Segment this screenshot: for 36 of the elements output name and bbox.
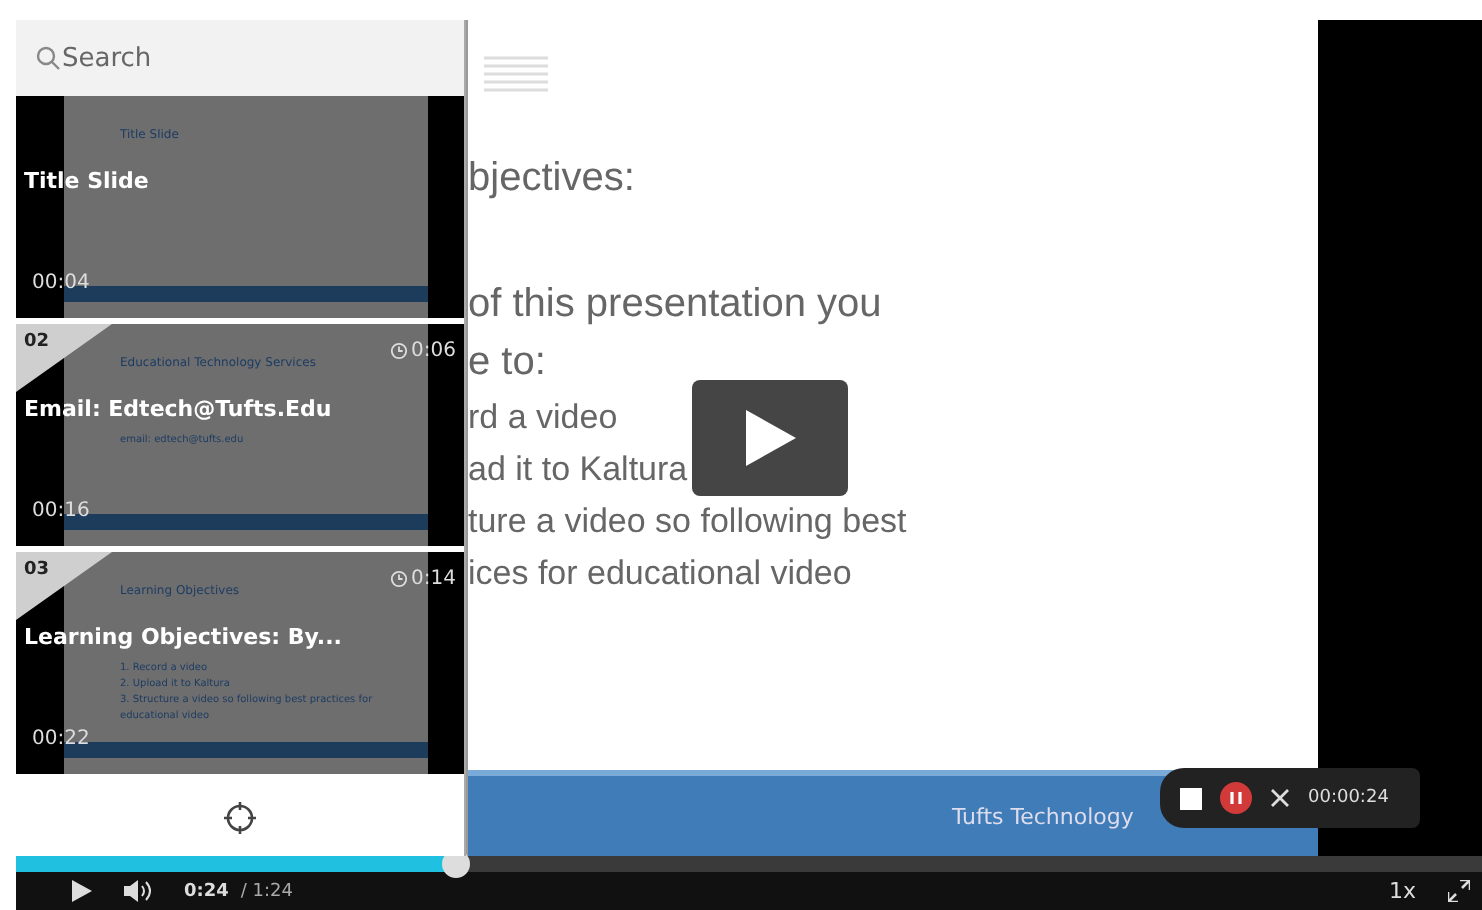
slide-text: of this presentation you <box>468 280 882 330</box>
slide-text: e to: <box>468 338 546 388</box>
slide-title: Email: Edtech@Tufts.Edu <box>24 396 332 422</box>
duration-text: 0:06 <box>411 340 456 362</box>
slide-start-time: 00:22 <box>32 728 90 750</box>
progress-bar[interactable] <box>16 856 1482 872</box>
slide-number: 02 <box>24 332 50 352</box>
close-icon[interactable] <box>1270 788 1290 808</box>
recording-time: 00:00:24 <box>1308 788 1389 808</box>
slide-title: Title Slide <box>24 168 149 194</box>
slide-text: rd a video <box>468 396 618 440</box>
speed-button[interactable]: 1x <box>1388 878 1416 904</box>
pause-icon[interactable] <box>1220 782 1252 814</box>
play-icon[interactable] <box>72 880 92 902</box>
search-field[interactable]: Search <box>62 43 382 73</box>
slide-start-time: 00:04 <box>32 272 90 294</box>
crosshair-icon[interactable] <box>222 800 258 836</box>
duration-text: 0:14 <box>411 568 456 590</box>
search-bar[interactable]: Search <box>16 20 464 96</box>
stop-icon[interactable] <box>1180 787 1202 809</box>
slide-start-time: 00:16 <box>32 500 90 522</box>
search-icon <box>36 46 60 70</box>
current-time: 0:24 <box>184 881 229 901</box>
play-button[interactable] <box>692 380 848 496</box>
slide-text: ad it to Kaltura <box>468 448 688 492</box>
fullscreen-icon[interactable] <box>1448 880 1470 902</box>
footer-text: Tufts Technology <box>952 803 1134 829</box>
clock-icon <box>389 342 408 360</box>
slide-heading: bjectives: <box>468 156 635 202</box>
slide-number: 03 <box>24 560 50 580</box>
total-time: / 1:24 <box>240 881 293 901</box>
volume-icon[interactable] <box>124 880 152 902</box>
play-icon <box>742 408 798 468</box>
slide-text: ices for educational video <box>468 552 852 596</box>
slide-text: ture a video so following best <box>468 500 907 544</box>
clock-icon <box>389 570 408 588</box>
